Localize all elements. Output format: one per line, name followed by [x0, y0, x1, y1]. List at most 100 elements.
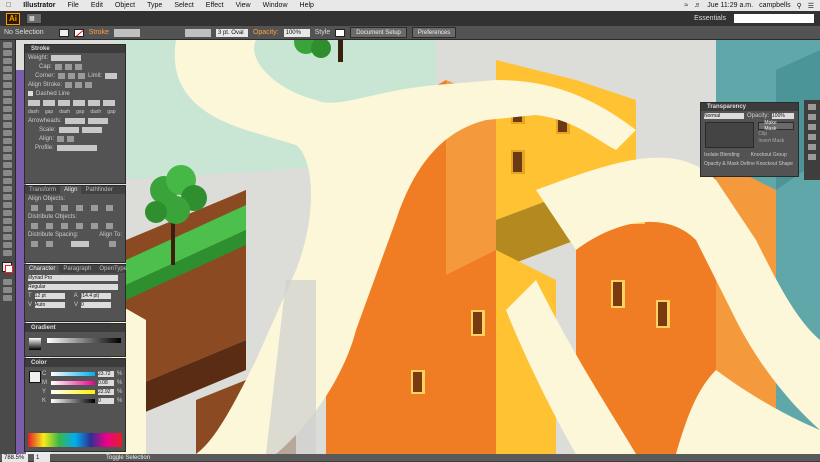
gradient-swatch[interactable]	[29, 338, 41, 350]
leading-field[interactable]: (14.4 pt)	[80, 292, 111, 299]
eyedropper-tool-icon[interactable]	[3, 194, 12, 200]
drawing-modes-icon[interactable]	[3, 287, 12, 293]
swatches-icon[interactable]	[808, 114, 816, 120]
rotate-tool-icon[interactable]	[3, 130, 12, 136]
limit-field[interactable]	[105, 72, 118, 79]
arrowhead-end-select[interactable]	[87, 117, 108, 124]
eraser-tool-icon[interactable]	[3, 122, 12, 128]
symbol-sprayer-tool-icon[interactable]	[3, 210, 12, 216]
wifi-icon[interactable]: ≈	[684, 2, 688, 9]
kerning-field[interactable]: Auto	[35, 301, 66, 308]
gap-field-3[interactable]	[103, 99, 115, 106]
menu-file[interactable]: File	[62, 2, 85, 9]
distribute-hcenter-icon[interactable]	[91, 222, 98, 229]
slice-tool-icon[interactable]	[3, 234, 12, 240]
rectangle-tool-icon[interactable]	[3, 98, 12, 104]
arrowhead-start-select[interactable]	[64, 117, 85, 124]
opacity-panel-field[interactable]: 100%	[772, 112, 795, 119]
tab-align[interactable]: Align	[60, 186, 82, 194]
arrow-tip-beyond-icon[interactable]	[57, 135, 65, 142]
gradient-slider[interactable]	[47, 338, 121, 343]
libraries-icon[interactable]	[808, 104, 816, 110]
align-center-stroke-icon[interactable]	[65, 81, 73, 88]
menu-object[interactable]: Object	[109, 2, 141, 9]
miter-join-icon[interactable]	[58, 72, 66, 79]
bevel-join-icon[interactable]	[78, 72, 86, 79]
opacity-mask-knockout-checkbox[interactable]: Opacity & Mask Define Knockout Shape	[704, 161, 793, 167]
dash-field-2[interactable]	[58, 99, 70, 106]
style-swatch[interactable]	[335, 28, 346, 37]
screen-mode-icon[interactable]	[3, 295, 12, 301]
document-setup-button[interactable]: Document Setup	[350, 27, 407, 38]
tab-paragraph[interactable]: Paragraph	[59, 265, 95, 273]
menu-type[interactable]: Type	[141, 2, 168, 9]
symbols-icon[interactable]	[808, 134, 816, 140]
channel-value-field[interactable]: 0	[98, 397, 114, 404]
channel-value-field[interactable]: 22.92	[98, 388, 114, 395]
variable-width-field[interactable]	[184, 28, 211, 37]
user-name[interactable]: campbells	[759, 2, 791, 9]
clock[interactable]: Jue 11:29 a.m.	[707, 2, 753, 9]
tracking-field[interactable]: 0	[81, 301, 112, 308]
distribute-left-icon[interactable]	[76, 222, 83, 229]
volume-icon[interactable]: ♬	[694, 2, 701, 9]
align-inside-stroke-icon[interactable]	[75, 81, 83, 88]
fill-swatch[interactable]	[58, 28, 69, 37]
selection-tool-icon[interactable]	[3, 42, 12, 48]
align-hcenter-icon[interactable]	[46, 204, 53, 211]
pencil-tool-icon[interactable]	[3, 114, 12, 120]
pen-tool-icon[interactable]	[3, 74, 12, 80]
distribute-top-icon[interactable]	[31, 222, 38, 229]
help-search-input[interactable]	[734, 14, 814, 23]
hand-tool-icon[interactable]	[3, 242, 12, 248]
align-right-icon[interactable]	[61, 204, 68, 211]
align-vcenter-icon[interactable]	[91, 204, 98, 211]
blend-tool-icon[interactable]	[3, 202, 12, 208]
lasso-tool-icon[interactable]	[3, 66, 12, 72]
perspective-grid-tool-icon[interactable]	[3, 170, 12, 176]
menu-effect[interactable]: Effect	[200, 2, 230, 9]
dashed-line-checkbox[interactable]	[28, 91, 33, 96]
type-tool-icon[interactable]	[3, 82, 12, 88]
dash-field-1[interactable]	[28, 99, 40, 106]
channel-slider[interactable]	[51, 389, 95, 394]
tab-character[interactable]: Character	[25, 265, 60, 273]
shape-builder-tool-icon[interactable]	[3, 162, 12, 168]
gap-field-2[interactable]	[73, 99, 85, 106]
zoom-tool-icon[interactable]	[3, 250, 12, 256]
stroke-label[interactable]: Stroke	[89, 29, 109, 36]
stroke-swatch[interactable]	[73, 28, 84, 37]
width-tool-icon[interactable]	[3, 146, 12, 152]
color-mode-icon[interactable]	[3, 279, 12, 285]
profile-select[interactable]	[56, 144, 97, 151]
line-tool-icon[interactable]	[3, 90, 12, 96]
scale-end-field[interactable]	[81, 126, 102, 133]
preferences-button[interactable]: Preferences	[411, 27, 457, 38]
zoom-field[interactable]: 788.5%	[2, 453, 28, 462]
scale-tool-icon[interactable]	[3, 138, 12, 144]
distribute-right-icon[interactable]	[106, 222, 113, 229]
align-top-icon[interactable]	[76, 204, 83, 211]
brush-field[interactable]: 3 pt. Oval	[215, 28, 248, 37]
apple-icon[interactable]: 	[0, 2, 17, 9]
fill-color-swatch[interactable]	[29, 371, 41, 383]
stroke-weight-field[interactable]	[113, 28, 140, 37]
round-cap-icon[interactable]	[64, 63, 72, 70]
brushes-icon[interactable]	[808, 124, 816, 130]
opacity-label[interactable]: Opacity:	[253, 29, 279, 36]
column-graph-tool-icon[interactable]	[3, 218, 12, 224]
menu-edit[interactable]: Edit	[85, 2, 109, 9]
invert-mask-checkbox[interactable]: Invert Mask	[758, 138, 794, 144]
distribute-vspace-icon[interactable]	[31, 240, 38, 247]
clip-checkbox[interactable]: Clip	[758, 131, 794, 137]
round-join-icon[interactable]	[68, 72, 76, 79]
menu-app[interactable]: Illustrator	[17, 2, 61, 9]
layers-icon[interactable]	[808, 144, 816, 150]
arrange-documents-icon[interactable]: ▦	[26, 13, 42, 24]
channel-value-field[interactable]: 0.08	[98, 379, 114, 386]
blend-mode-select[interactable]: Normal	[704, 112, 744, 119]
magic-wand-tool-icon[interactable]	[3, 58, 12, 64]
gap-field-1[interactable]	[43, 99, 55, 106]
projecting-cap-icon[interactable]	[74, 63, 82, 70]
fill-stroke-widget[interactable]	[2, 262, 13, 273]
